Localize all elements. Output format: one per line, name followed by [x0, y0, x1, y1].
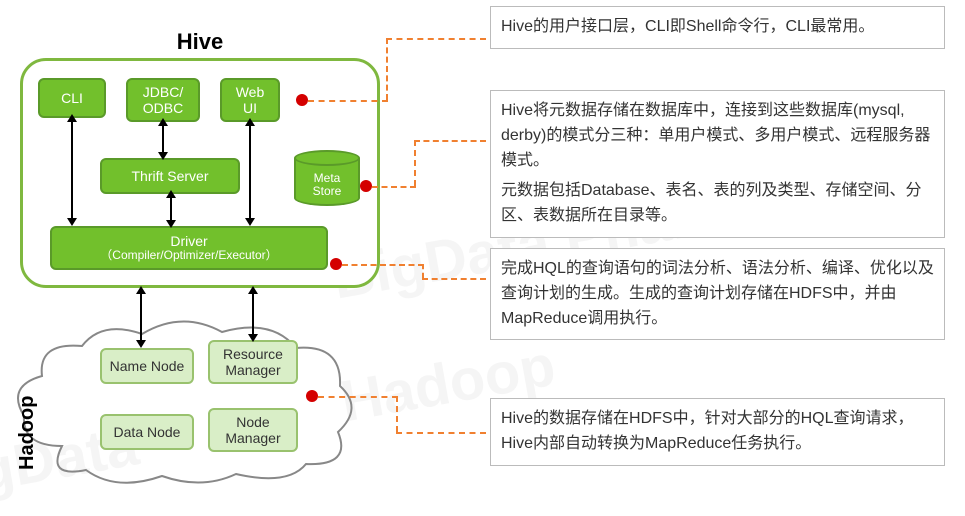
data-node: Data Node [100, 414, 194, 450]
web-ui-node: Web UI [220, 78, 280, 122]
meta-store-node: Meta Store [294, 150, 360, 206]
callout-dot-icon [360, 180, 372, 192]
callout-dot-icon [296, 94, 308, 106]
note-driver: 完成HQL的查询语句的词法分析、语法分析、编译、优化以及查询计划的生成。生成的查… [490, 248, 945, 340]
hive-title: Hive [23, 29, 377, 55]
note-meta-store: Hive将元数据存储在数据库中，连接到这些数据库(mysql, derby)的模… [490, 90, 945, 238]
driver-node: Driver （Compiler/Optimizer/Executor） [50, 226, 328, 270]
node-manager-node: Node Manager [208, 408, 298, 452]
name-node: Name Node [100, 348, 194, 384]
meta-store-label: Meta Store [294, 172, 360, 198]
callout-line [386, 38, 486, 40]
hadoop-label: Hadoop [16, 396, 39, 470]
callout-line [396, 432, 486, 434]
callout-line [308, 100, 388, 102]
callout-line [422, 278, 486, 280]
hadoop-cloud [28, 322, 348, 482]
resource-manager-node: Resource Manager [208, 340, 298, 384]
arrow-icon [162, 124, 164, 154]
callout-line [318, 396, 398, 398]
note-interface-layer: Hive的用户接口层，CLI即Shell命令行，CLI最常用。 [490, 6, 945, 49]
arrow-icon [140, 292, 142, 342]
callout-line [396, 396, 398, 432]
callout-dot-icon [330, 258, 342, 270]
arrow-icon [249, 124, 251, 220]
callout-dot-icon [306, 390, 318, 402]
driver-subtitle: （Compiler/Optimizer/Executor） [100, 249, 277, 263]
callout-line [422, 264, 424, 278]
jdbc-odbc-node: JDBC/ ODBC [126, 78, 200, 122]
arrow-icon [170, 196, 172, 222]
note-hadoop: Hive的数据存储在HDFS中，针对大部分的HQL查询请求，Hive内部自动转换… [490, 398, 945, 466]
callout-line [414, 140, 416, 186]
arrow-icon [71, 120, 73, 220]
thrift-server-node: Thrift Server [100, 158, 240, 194]
cli-node: CLI [38, 78, 106, 118]
callout-line [386, 38, 388, 100]
callout-line [414, 140, 486, 142]
callout-line [342, 264, 424, 266]
driver-title: Driver [170, 233, 207, 249]
callout-line [372, 186, 416, 188]
arrow-icon [252, 292, 254, 336]
